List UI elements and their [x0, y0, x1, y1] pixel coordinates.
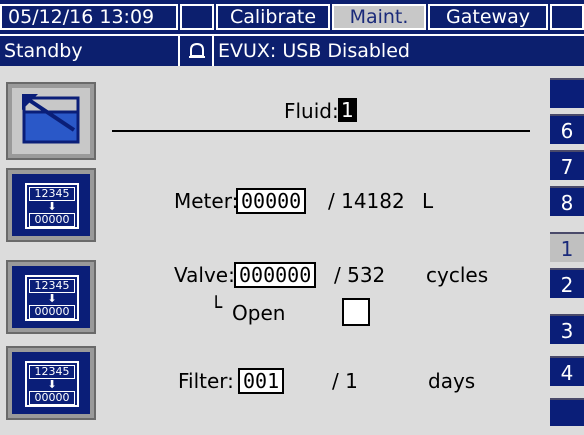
right-tab-6[interactable]: 6	[550, 114, 584, 144]
status-bar: Standby EVUX: USB Disabled	[0, 34, 584, 66]
right-tab-1[interactable]: 1	[550, 232, 584, 262]
tab-gateway[interactable]: Gateway	[428, 4, 548, 30]
meter-unit: L	[422, 189, 434, 213]
right-tab-blank-top[interactable]	[550, 78, 584, 108]
right-tab-2[interactable]: 2	[550, 268, 584, 298]
meter-row: Meter: 00000 / 14182 L	[0, 188, 550, 216]
valve-row: Valve: 000000 / 532 cycles	[0, 262, 550, 290]
fluid-number[interactable]: 1	[338, 98, 357, 122]
datetime: 05/12/16 13:09	[0, 4, 178, 30]
filter-total: / 1	[332, 369, 358, 393]
filter-label: Filter:	[178, 369, 234, 393]
right-tab-8[interactable]: 8	[550, 186, 584, 216]
right-tab-4[interactable]: 4	[550, 356, 584, 386]
main-panel: Fluid: 1 12345 ⬇ 00000 12345 ⬇ 00000 123…	[0, 66, 584, 435]
exit-screen-icon	[22, 94, 80, 144]
valve-label: Valve:	[174, 263, 235, 287]
open-label: Open	[232, 301, 286, 325]
status-mode: Standby	[4, 40, 83, 62]
filter-row: Filter: 001 / 1 days	[0, 368, 550, 396]
right-tab-3[interactable]: 3	[550, 314, 584, 344]
right-tab-blank-bottom[interactable]	[550, 398, 584, 426]
exit-button[interactable]	[6, 82, 96, 160]
meter-total: / 14182	[328, 189, 405, 213]
tab-maint[interactable]: Maint.	[332, 4, 426, 30]
right-tab-7[interactable]: 7	[550, 150, 584, 180]
tab-calibrate[interactable]: Calibrate	[216, 4, 330, 30]
blank-tab	[180, 4, 214, 30]
bell-icon	[186, 40, 208, 62]
valve-total: / 532	[334, 263, 386, 287]
header-bar: 05/12/16 13:09 Calibrate Maint. Gateway	[0, 0, 584, 34]
status-message: EVUX: USB Disabled	[218, 40, 410, 62]
divider	[112, 130, 530, 132]
meter-field[interactable]: 00000	[236, 188, 307, 214]
blank-tab-right	[550, 4, 584, 30]
open-prefix: └	[210, 295, 223, 319]
fluid-label: Fluid:	[284, 99, 339, 123]
valve-field[interactable]: 000000	[234, 262, 317, 288]
filter-unit: days	[428, 369, 476, 393]
valve-unit: cycles	[426, 263, 489, 287]
open-checkbox[interactable]	[342, 298, 370, 326]
filter-field[interactable]: 001	[238, 368, 285, 394]
meter-label: Meter:	[174, 189, 239, 213]
